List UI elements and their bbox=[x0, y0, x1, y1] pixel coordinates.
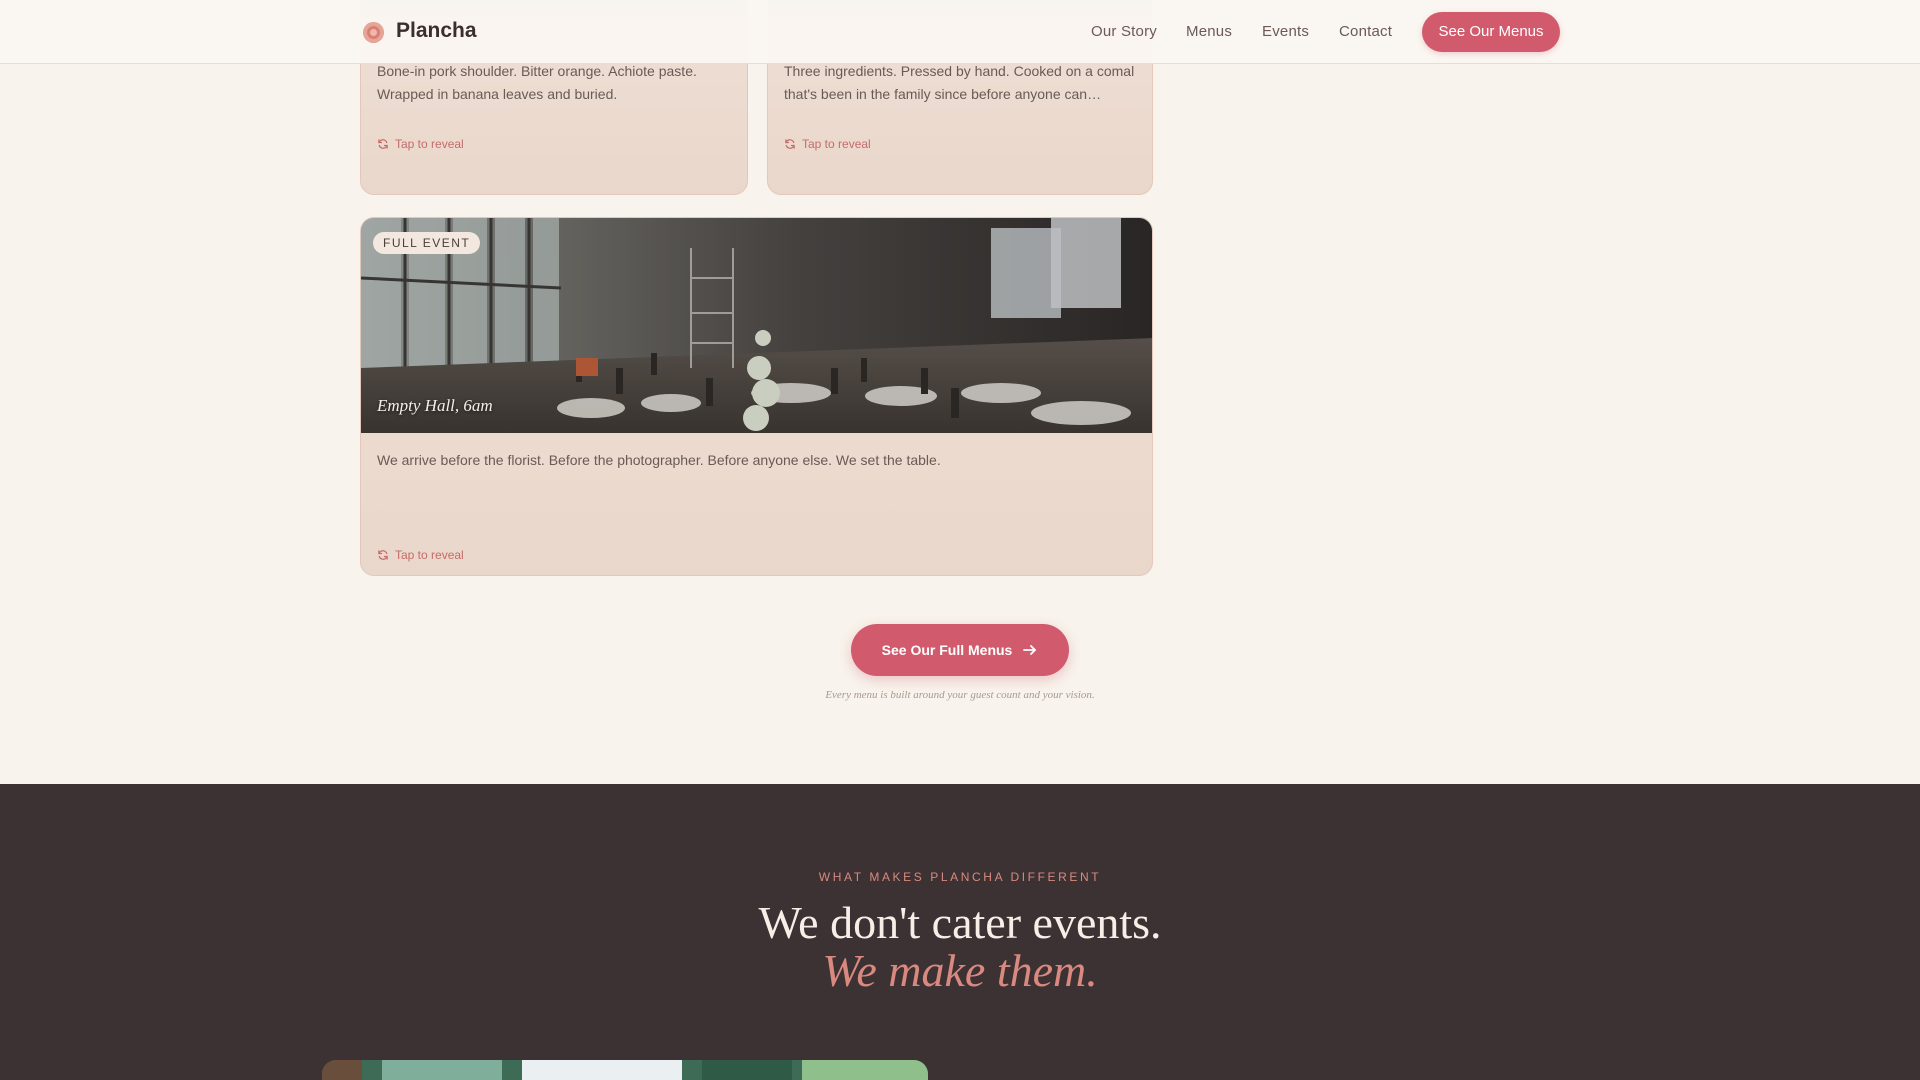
cta-label: See Our Full Menus bbox=[881, 642, 1013, 658]
section-subheadline: We make them. bbox=[822, 945, 1098, 996]
tap-to-reveal[interactable]: Tap to reveal bbox=[377, 137, 464, 151]
logo-icon[interactable] bbox=[363, 22, 384, 43]
nav-link-contact[interactable]: Contact bbox=[1339, 23, 1392, 40]
brand-name[interactable]: Plancha bbox=[396, 19, 477, 43]
reveal-label: Tap to reveal bbox=[395, 137, 464, 151]
cta-note: Every menu is built around your guest co… bbox=[825, 689, 1095, 701]
difference-section: WHAT MAKES PLANCHA DIFFERENT We don't ca… bbox=[0, 784, 1920, 1080]
garden-photo bbox=[322, 1060, 928, 1080]
full-event-badge: FULL EVENT bbox=[373, 232, 481, 254]
card-description: Bone-in pork shoulder. Bitter orange. Ac… bbox=[377, 63, 697, 102]
tap-to-reveal[interactable]: Tap to reveal bbox=[784, 137, 871, 151]
see-our-menus-button[interactable]: See Our Menus bbox=[1422, 12, 1560, 52]
reveal-label: Tap to reveal bbox=[802, 137, 871, 151]
card-description: We arrive before the florist. Before the… bbox=[377, 452, 941, 468]
nav-link-menus[interactable]: Menus bbox=[1186, 23, 1232, 40]
arrow-right-icon bbox=[1023, 645, 1037, 655]
refresh-icon bbox=[785, 139, 795, 149]
reveal-label: Tap to reveal bbox=[395, 548, 464, 562]
event-hall-photo: FULL EVENT Empty Hall, 6am bbox=[361, 218, 1152, 433]
nav-link-our-story[interactable]: Our Story bbox=[1091, 23, 1157, 40]
event-card-empty-hall[interactable]: FULL EVENT Empty Hall, 6am We arrive bef… bbox=[360, 217, 1153, 576]
card-description: Three ingredients. Pressed by hand. Cook… bbox=[784, 63, 1135, 102]
refresh-icon bbox=[378, 139, 388, 149]
nav-link-events[interactable]: Events bbox=[1262, 23, 1309, 40]
refresh-icon bbox=[378, 550, 388, 560]
see-full-menus-button[interactable]: See Our Full Menus bbox=[851, 624, 1069, 676]
top-nav: Plancha Our Story Menus Events Contact S… bbox=[0, 0, 1920, 64]
section-eyebrow: WHAT MAKES PLANCHA DIFFERENT bbox=[818, 870, 1102, 884]
photo-caption: Empty Hall, 6am bbox=[377, 396, 493, 415]
tap-to-reveal[interactable]: Tap to reveal bbox=[377, 548, 464, 562]
section-headline: We don't cater events. bbox=[758, 897, 1162, 948]
